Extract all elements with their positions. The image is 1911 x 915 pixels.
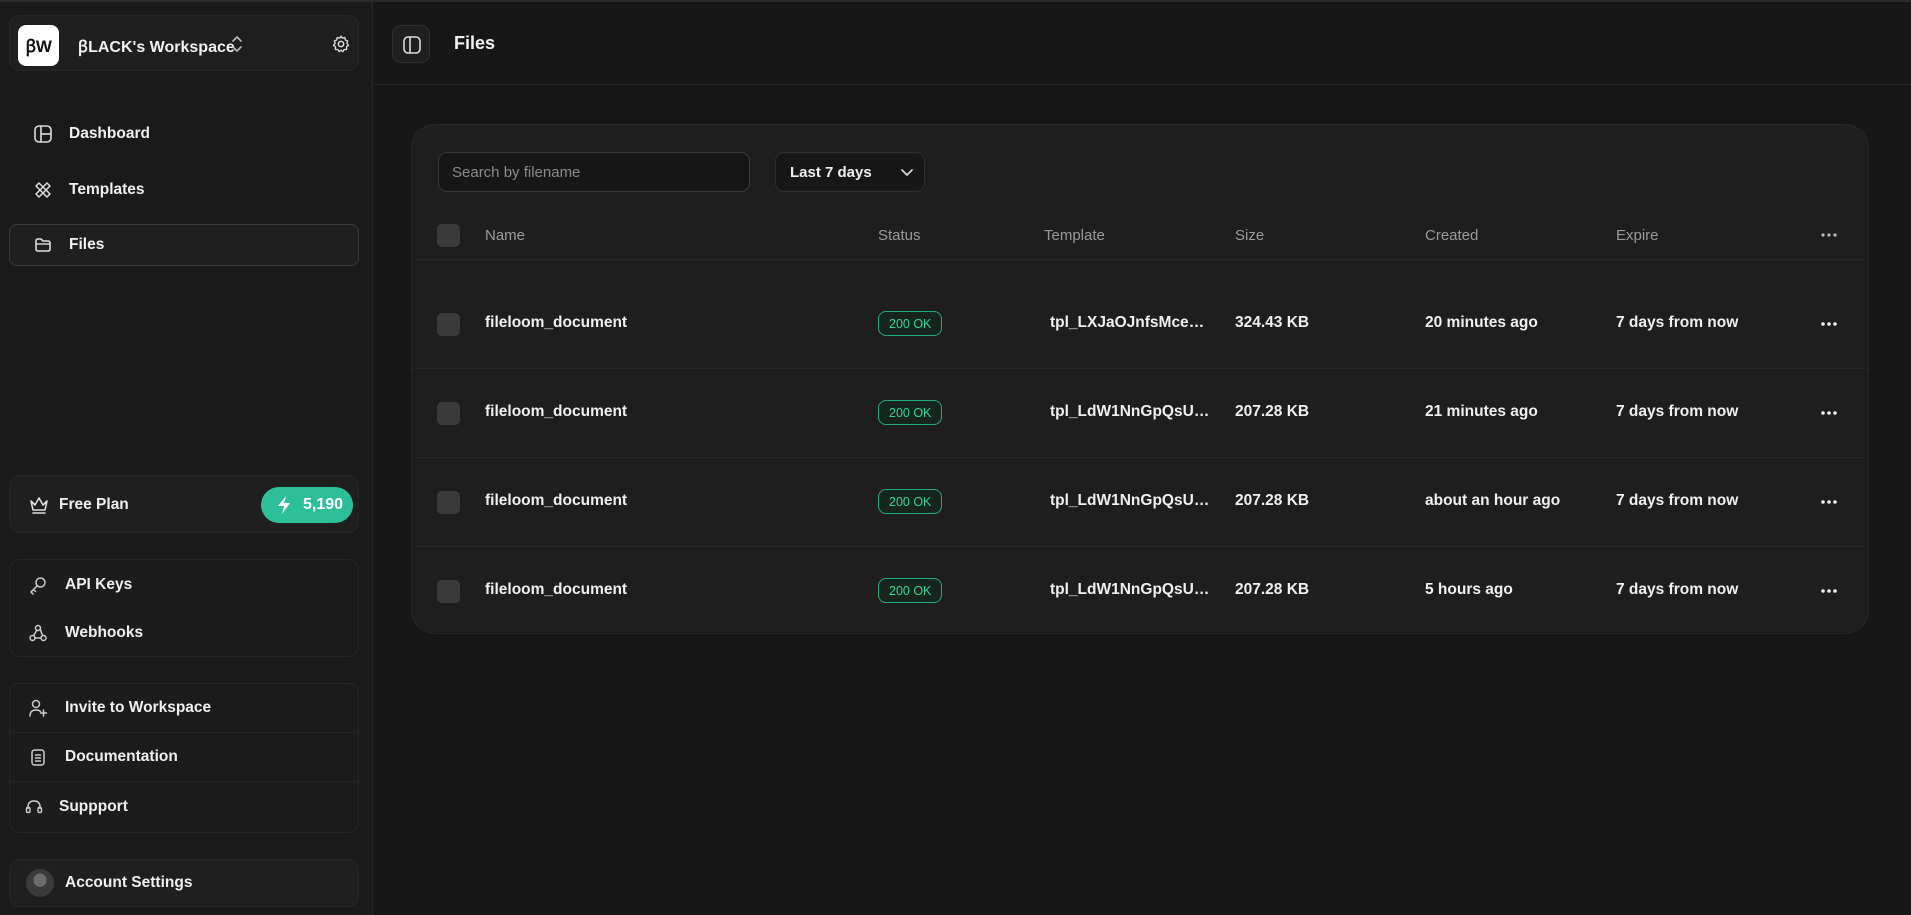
nav-item-support[interactable]: Suppport [10, 784, 358, 830]
column-header-size[interactable]: Size [1235, 227, 1264, 244]
webhooks-label: Webhooks [65, 624, 144, 641]
chevron-updown-icon [232, 36, 242, 52]
invite-label: Invite to Workspace [65, 699, 212, 716]
table-row[interactable]: fileloom_document 200 OK tpl_LdW1NnGpQsU… [412, 547, 1868, 633]
nav-item-dashboard[interactable]: Dashboard [9, 113, 359, 155]
nav-item-files[interactable]: Files [9, 224, 359, 266]
divider [10, 781, 358, 782]
help-links: Invite to Workspace Documentation Supppo… [9, 683, 359, 833]
row-checkbox[interactable] [437, 402, 460, 425]
nav-item-templates[interactable]: Templates [9, 169, 359, 211]
crown-icon [30, 497, 48, 514]
column-header-created[interactable]: Created [1425, 227, 1478, 244]
lightning-icon [278, 496, 290, 514]
chevron-down-icon [901, 169, 913, 176]
select-all-checkbox[interactable] [437, 224, 460, 247]
date-range-select[interactable]: Last 7 days [775, 152, 925, 192]
files-card: Last 7 days Name Status Template Size Cr… [411, 124, 1869, 634]
created-time: about an hour ago [1425, 492, 1561, 509]
row-more-options-icon[interactable] [1817, 583, 1841, 599]
folder-icon [35, 238, 51, 252]
file-size: 207.28 KB [1235, 581, 1310, 598]
nav-item-api-keys[interactable]: API Keys [10, 562, 358, 608]
row-more-options-icon[interactable] [1817, 405, 1841, 421]
table-row[interactable]: fileloom_document 200 OK tpl_LdW1NnGpQsU… [412, 369, 1868, 458]
template-id: tpl_LdW1NnGpQsUpRXXXX [1050, 581, 1215, 598]
dashboard-icon [34, 125, 52, 143]
file-size: 207.28 KB [1235, 492, 1310, 509]
expire-time: 7 days from now [1616, 403, 1739, 420]
divider [10, 732, 358, 733]
column-header-name[interactable]: Name [485, 227, 525, 244]
table-header: Name Status Template Size Created Expire [412, 210, 1868, 260]
status-badge: 200 OK [878, 578, 943, 603]
created-time: 21 minutes ago [1425, 403, 1538, 420]
workspace-logo: ꞵW [18, 25, 59, 66]
plan-label: Free Plan [59, 496, 129, 513]
nav-item-webhooks[interactable]: Webhooks [10, 610, 358, 656]
table-row[interactable]: fileloom_document 200 OK tpl_LXJaOJnfsMc… [412, 280, 1868, 369]
nav-label-dashboard: Dashboard [69, 125, 150, 142]
templates-icon [35, 182, 51, 198]
row-more-options-icon[interactable] [1817, 316, 1841, 332]
credits-button[interactable]: 5,190 [261, 487, 353, 523]
webhook-icon [29, 624, 47, 642]
topbar: Files [374, 2, 1911, 85]
nav-label-files: Files [69, 236, 105, 253]
nav-item-invite[interactable]: Invite to Workspace [10, 685, 358, 731]
sidebar-toggle-button[interactable] [392, 25, 430, 63]
row-checkbox[interactable] [437, 313, 460, 336]
created-time: 20 minutes ago [1425, 314, 1538, 331]
expire-time: 7 days from now [1616, 314, 1739, 331]
row-more-options-icon[interactable] [1817, 494, 1841, 510]
expire-time: 7 days from now [1616, 581, 1739, 598]
template-id: tpl_LdW1NnGpQsUpRXXXX [1050, 403, 1215, 420]
account-settings-label: Account Settings [65, 874, 193, 891]
sidebar-toggle-icon [403, 36, 421, 54]
nav-label-templates: Templates [69, 181, 145, 198]
status-badge: 200 OK [878, 311, 943, 336]
file-name[interactable]: fileloom_document [485, 492, 627, 510]
api-keys-label: API Keys [65, 576, 133, 593]
headset-icon [25, 800, 43, 814]
file-size: 324.43 KB [1235, 314, 1310, 331]
expire-time: 7 days from now [1616, 492, 1739, 509]
account-settings-button[interactable]: Account Settings [9, 859, 359, 907]
plan-card: Free Plan 5,190 [9, 475, 359, 533]
column-header-status[interactable]: Status [878, 227, 921, 244]
more-options-icon[interactable] [1817, 227, 1841, 243]
template-id: tpl_LXJaOJnfsMceASXXXX [1050, 314, 1215, 331]
created-time: 5 hours ago [1425, 581, 1513, 598]
app-window: ꞵW ꞵLACK's Workspace Dashboard Templates… [0, 0, 1911, 915]
user-plus-icon [29, 699, 48, 717]
credits-count: 5,190 [303, 496, 344, 513]
column-header-expire[interactable]: Expire [1616, 227, 1659, 244]
status-badge: 200 OK [878, 489, 943, 514]
nav-item-documentation[interactable]: Documentation [10, 734, 358, 780]
documentation-label: Documentation [65, 748, 178, 765]
date-range-value: Last 7 days [790, 164, 872, 181]
support-label: Suppport [59, 798, 128, 815]
page-title: Files [454, 33, 496, 53]
file-name[interactable]: fileloom_document [485, 314, 627, 332]
template-id: tpl_LdW1NnGpQsUpRXXXX [1050, 492, 1215, 509]
file-name[interactable]: fileloom_document [485, 581, 627, 599]
avatar [26, 869, 54, 897]
developer-links: API Keys Webhooks [9, 559, 359, 657]
file-name[interactable]: fileloom_document [485, 403, 627, 421]
column-header-template[interactable]: Template [1044, 227, 1105, 244]
sidebar: ꞵW ꞵLACK's Workspace Dashboard Templates… [0, 2, 373, 915]
workspace-name: ꞵLACK's Workspace [78, 39, 235, 56]
clipboard-icon [31, 749, 45, 766]
search-input[interactable] [438, 152, 750, 192]
key-icon [29, 577, 46, 595]
file-size: 207.28 KB [1235, 403, 1310, 420]
row-checkbox[interactable] [437, 580, 460, 603]
status-badge: 200 OK [878, 400, 943, 425]
workspace-switcher[interactable]: ꞵW ꞵLACK's Workspace [9, 15, 359, 71]
gear-icon[interactable] [331, 34, 351, 54]
table-row[interactable]: fileloom_document 200 OK tpl_LdW1NnGpQsU… [412, 458, 1868, 547]
row-checkbox[interactable] [437, 491, 460, 514]
